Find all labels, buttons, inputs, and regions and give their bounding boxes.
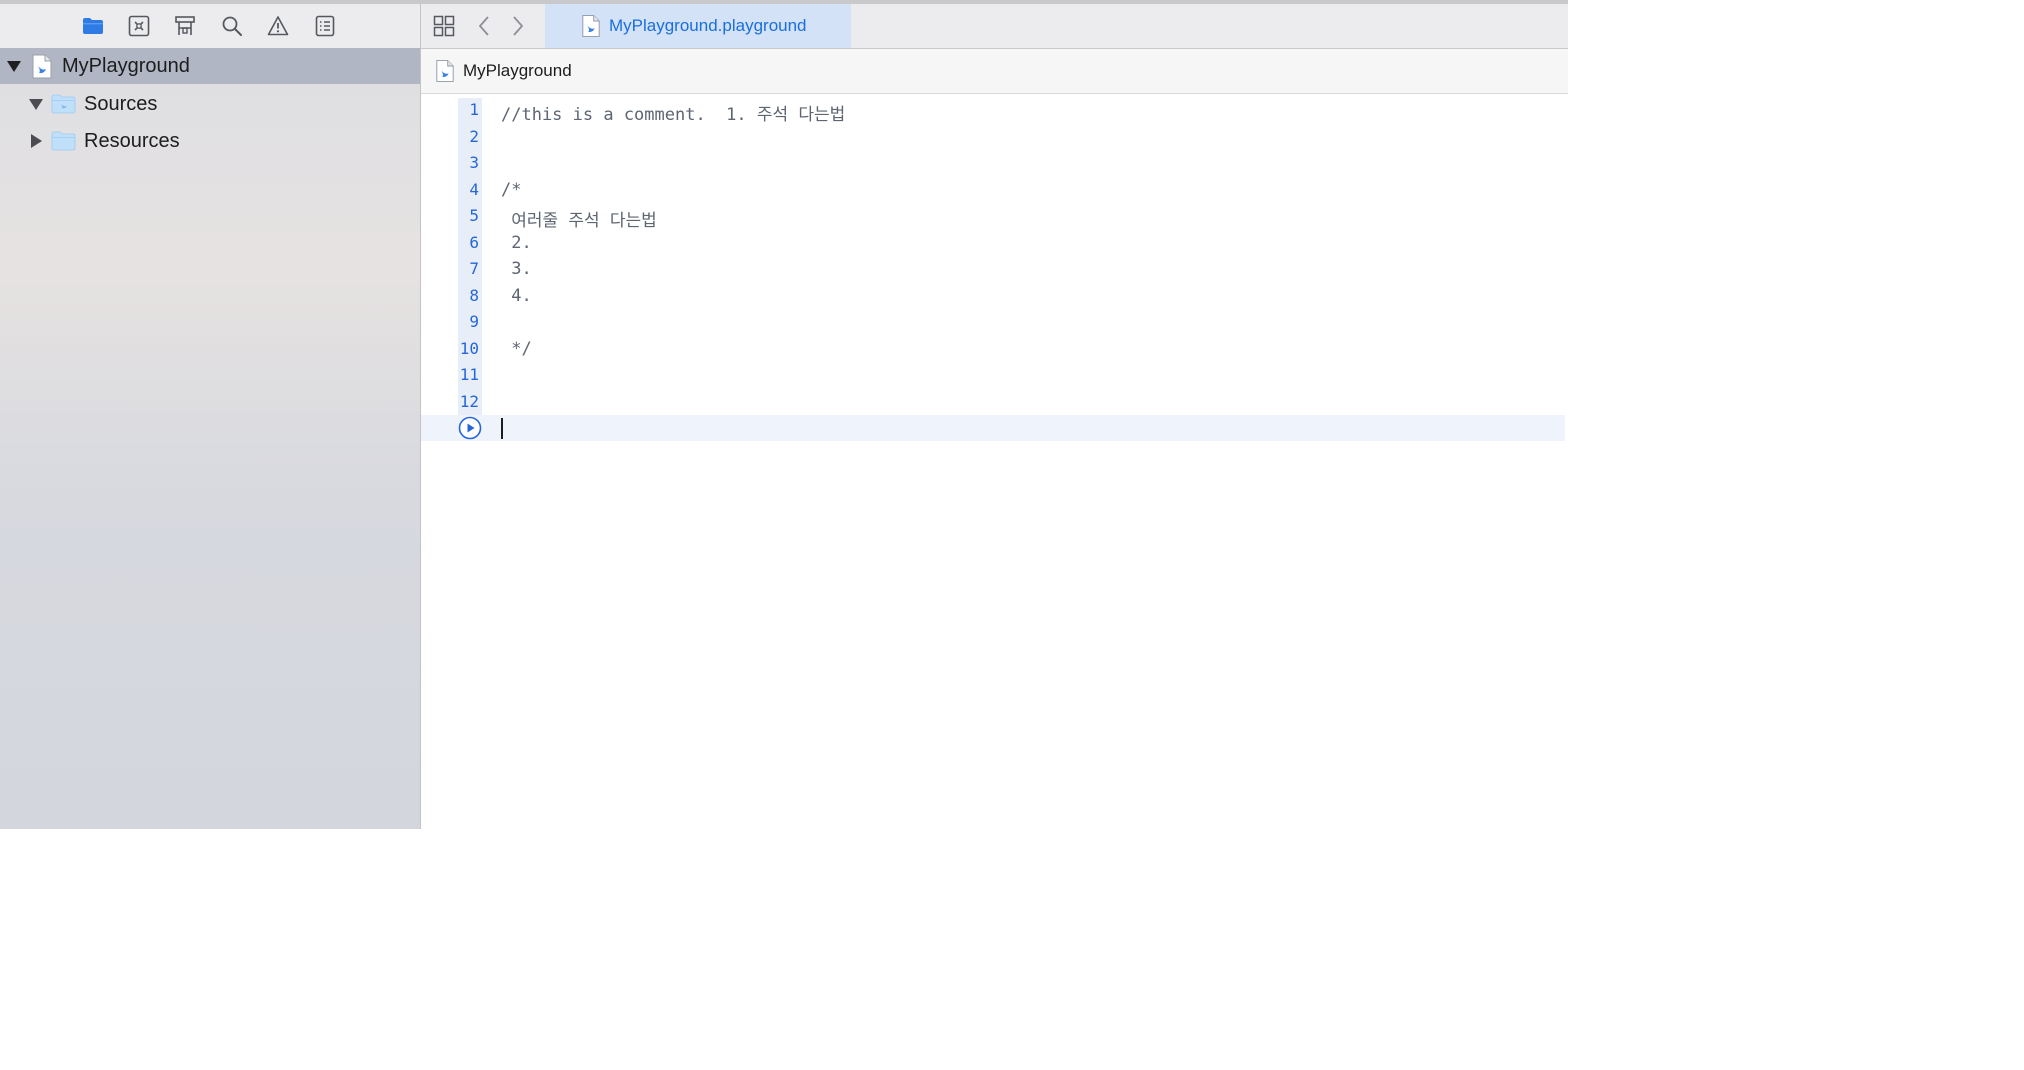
code-line: 4 /* xyxy=(421,178,1561,204)
folder-icon xyxy=(51,94,76,114)
source-control-icon xyxy=(128,15,150,37)
code-line: 2 xyxy=(421,125,1561,151)
code-line: 6 2. xyxy=(421,231,1561,257)
code-text[interactable]: //this is a comment. 1. 주석 다는법 xyxy=(501,100,845,125)
test-navigator-button[interactable] xyxy=(312,14,338,38)
hierarchy-icon xyxy=(175,16,195,35)
run-playground-button[interactable] xyxy=(458,416,482,440)
line-number: 9 xyxy=(469,312,479,331)
code-line: 11 xyxy=(421,363,1561,389)
grid-icon xyxy=(433,15,455,37)
source-editor[interactable]: 1 //this is a comment. 1. 주석 다는법 2 3 4 /… xyxy=(421,94,1568,829)
code-text[interactable]: */ xyxy=(501,339,531,359)
go-forward-button[interactable] xyxy=(505,14,531,38)
line-number: 3 xyxy=(469,153,479,172)
chevron-right-icon xyxy=(513,16,524,36)
code-line: 1 //this is a comment. 1. 주석 다는법 xyxy=(421,98,1561,125)
code-line: 3 xyxy=(421,151,1561,177)
line-number: 2 xyxy=(469,127,479,146)
code-text[interactable]: 3. xyxy=(501,259,531,279)
playground-file-icon xyxy=(32,54,52,79)
code-text[interactable]: 2. xyxy=(501,233,531,253)
line-number: 6 xyxy=(469,233,479,252)
run-icon xyxy=(458,416,482,440)
code-line: 9 xyxy=(421,310,1561,336)
editor-tab-bar: MyPlayground.playground xyxy=(421,4,1568,49)
xcode-window: MyPlayground Sources Resources MyPlaygro… xyxy=(0,0,1568,829)
folder-icon xyxy=(51,131,76,151)
disclosure-collapsed-icon[interactable] xyxy=(28,133,44,149)
line-number: 1 xyxy=(469,100,479,119)
related-items-button[interactable] xyxy=(431,14,457,38)
line-number: 7 xyxy=(469,259,479,278)
tree-item-label: Sources xyxy=(84,93,158,115)
code-text[interactable]: 여러줄 주석 다는법 xyxy=(501,206,657,231)
current-line-highlight xyxy=(421,415,1565,441)
search-icon xyxy=(222,16,242,36)
jump-bar-item[interactable]: MyPlayground xyxy=(463,61,572,81)
issue-navigator-button[interactable] xyxy=(265,14,291,38)
find-navigator-button[interactable] xyxy=(219,14,245,38)
code-text[interactable]: 4. xyxy=(501,286,531,306)
code-line: 12 xyxy=(421,390,1561,416)
line-number: 10 xyxy=(459,339,479,358)
folder-icon xyxy=(83,18,103,34)
playground-file-icon xyxy=(436,60,454,82)
code-text[interactable]: /* xyxy=(501,180,521,200)
disclosure-expanded-icon[interactable] xyxy=(6,58,22,74)
line-number: 4 xyxy=(469,180,479,199)
list-icon xyxy=(315,15,335,37)
project-navigator-button[interactable] xyxy=(80,14,106,38)
tree-item-resources[interactable]: Resources xyxy=(0,123,420,159)
code-line: 10 */ xyxy=(421,337,1561,363)
jump-bar: MyPlayground xyxy=(421,49,1568,94)
playground-file-icon xyxy=(582,15,600,37)
code-line: 7 3. xyxy=(421,257,1561,283)
disclosure-expanded-icon[interactable] xyxy=(28,96,44,112)
warning-icon xyxy=(267,16,289,36)
chevron-left-icon xyxy=(478,16,489,36)
tree-item-sources[interactable]: Sources xyxy=(0,86,420,122)
line-number: 12 xyxy=(459,392,479,411)
navigator-sidebar: MyPlayground Sources Resources xyxy=(0,4,421,829)
text-cursor xyxy=(501,418,503,439)
source-control-navigator-button[interactable] xyxy=(126,14,152,38)
code-line: 8 4. xyxy=(421,284,1561,310)
navigator-toolbar xyxy=(0,4,420,49)
code-line: 5 여러줄 주석 다는법 xyxy=(421,204,1561,231)
line-number: 5 xyxy=(469,206,479,225)
tree-item-myplayground[interactable]: MyPlayground xyxy=(0,48,420,84)
tree-item-label: Resources xyxy=(84,130,180,152)
tab-label: MyPlayground.playground xyxy=(609,16,807,35)
symbol-navigator-button[interactable] xyxy=(172,14,198,38)
go-back-button[interactable] xyxy=(471,14,497,38)
tree-item-label: MyPlayground xyxy=(62,55,190,77)
line-number: 8 xyxy=(469,286,479,305)
line-number: 11 xyxy=(459,365,479,384)
tab-myplayground[interactable]: MyPlayground.playground xyxy=(545,4,851,48)
